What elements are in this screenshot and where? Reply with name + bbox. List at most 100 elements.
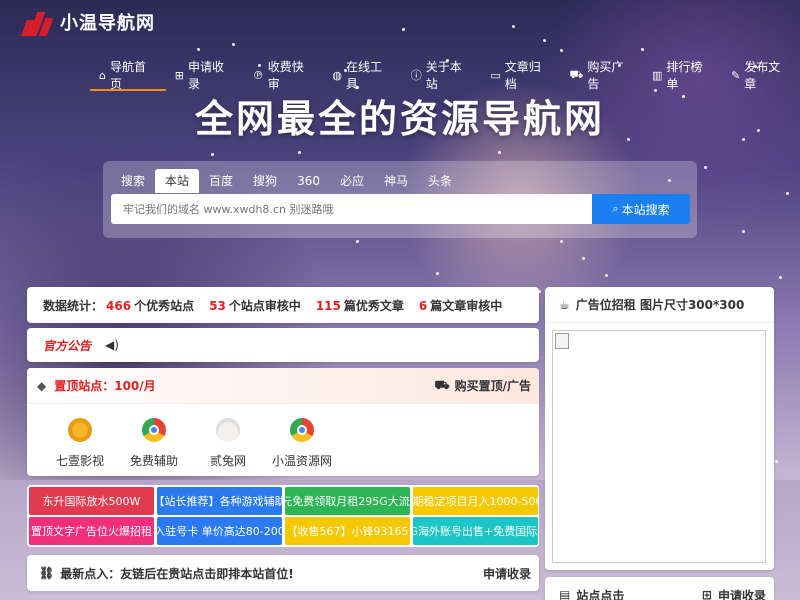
- nav-item-label: 购买广告: [587, 60, 624, 91]
- broken-image-icon: [555, 333, 569, 349]
- site-clicks-header: ▤ 站点点击 ⊞ 申请收录: [545, 577, 774, 600]
- search-tab-4[interactable]: 360: [287, 169, 330, 193]
- search-button[interactable]: ⌕ 本站搜索: [592, 194, 690, 224]
- chrome-icon: [142, 418, 166, 442]
- shopping-cart-icon: ⛟: [434, 377, 450, 392]
- stat-label: 个优秀站点: [134, 298, 195, 313]
- globe-icon: ◍: [332, 68, 342, 82]
- stat-label: 篇优秀文章: [343, 298, 404, 313]
- nav-item-label: 申请收录: [187, 60, 224, 91]
- edit-icon: ✎: [731, 68, 741, 82]
- stat-number: 6: [418, 298, 428, 313]
- search-input[interactable]: [111, 194, 592, 224]
- text-ad-grid: 东升国际放水500W【站长推荐】各种游戏辅助0元免费领取月租295G大流量长期稳…: [27, 485, 539, 547]
- nav-item-4[interactable]: ⓘ 关于本站: [402, 60, 482, 91]
- pinned-site-list: 七壹影视 免费辅助 贰兔网 小温资源网: [27, 404, 539, 469]
- text-ad[interactable]: TG海外账号出售+免费国际版: [413, 517, 538, 545]
- apply-listing-link[interactable]: 申请收录: [483, 565, 531, 582]
- info-circle-icon: ⓘ: [410, 69, 422, 82]
- search-panel: 搜索本站百度搜狗360必应神马头条 ⌕ 本站搜索: [103, 161, 697, 238]
- shopping-cart-icon: ⛟: [569, 67, 584, 81]
- text-ad[interactable]: 【收售567】小锋93165: [285, 517, 410, 545]
- side-ad-title: 广告位招租 图片尺寸300*300: [575, 298, 745, 312]
- search-tab-2[interactable]: 百度: [199, 169, 243, 193]
- text-ad[interactable]: 0元免费领取月租295G大流量: [285, 487, 410, 515]
- text-ad[interactable]: 入驻号卡 单价高达80-200: [157, 517, 282, 545]
- announcement-bar: 官方公告 ◀): [27, 328, 539, 362]
- nav-item-2[interactable]: ℗ 收费快审: [244, 60, 324, 91]
- side-ad-panel: ☕ 广告位招租 图片尺寸300*300: [545, 287, 774, 570]
- main-nav: ⌂ 导航首页 ⊞ 申请收录 ℗ 收费快审 ◍ 在线工具 ⓘ 关于本站 ▭ 文章归档 ⛟ 购买广告 ▥ 排行榜单…: [90, 60, 800, 91]
- plus-square-icon: ⊞: [701, 588, 712, 600]
- newest-clickins-header: ⛓ 最新点入：友链后在贵站点击即排本站首位! 申请收录: [27, 555, 539, 591]
- text-ad[interactable]: 【站长推荐】各种游戏辅助: [157, 487, 282, 515]
- stat-item: 53 个站点审核中: [206, 297, 301, 314]
- search-button-label: 本站搜索: [621, 202, 670, 217]
- pinned-site-item[interactable]: 小温资源网: [265, 418, 339, 469]
- search-tab-0[interactable]: 搜索: [111, 169, 155, 193]
- stat-number: 115: [315, 298, 341, 313]
- nav-item-6[interactable]: ⛟ 购买广告: [561, 60, 643, 91]
- logo-text: 小温导航网: [60, 13, 155, 34]
- text-ad[interactable]: 长期稳定项目月入1000-5000: [413, 487, 538, 515]
- nav-item-label: 收费快审: [267, 60, 304, 91]
- paypal-icon: ℗: [252, 68, 264, 82]
- nav-item-label: 排行榜单: [666, 60, 703, 91]
- newest-title: 最新点入：友链后在贵站点击即排本站首位!: [60, 566, 294, 581]
- nav-item-label: 导航首页: [109, 60, 146, 91]
- nav-item-7[interactable]: ▥ 排行榜单: [643, 60, 722, 91]
- side-apply-link[interactable]: ⊞ 申请收录: [702, 587, 766, 600]
- stat-item: 115 篇优秀文章: [313, 297, 404, 314]
- text-ad[interactable]: 置顶文字广告位火爆招租: [29, 517, 154, 545]
- diamond-icon: ◆: [37, 378, 47, 393]
- nav-item-8[interactable]: ✎ 发布文章: [722, 60, 800, 91]
- search-tab-7[interactable]: 头条: [418, 169, 462, 193]
- search-tab-5[interactable]: 必应: [330, 169, 374, 193]
- pinned-site-name: 小温资源网: [271, 454, 332, 468]
- announcement-label: 官方公告: [43, 338, 92, 353]
- megaphone-icon: ◀): [105, 338, 119, 352]
- hero-title: 全网最全的资源导航网: [194, 97, 605, 141]
- pinned-site-name: 贰兔网: [209, 454, 246, 468]
- buy-pinned-link[interactable]: ⛟ 购买置顶/广告: [435, 377, 532, 394]
- stat-number: 53: [209, 298, 226, 313]
- nav-item-label: 关于本站: [425, 60, 462, 91]
- coffee-icon: ☕: [559, 297, 570, 312]
- nav-item-1[interactable]: ⊞ 申请收录: [166, 60, 244, 91]
- stat-number: 466: [106, 298, 132, 313]
- stat-label: 个站点审核中: [228, 298, 301, 313]
- search-tab-1[interactable]: 本站: [155, 169, 200, 193]
- search-engine-tabs: 搜索 本站 百度 搜狗 360 必应 神马 头条: [111, 169, 462, 193]
- pinned-site-item[interactable]: 贰兔网: [191, 418, 265, 469]
- clicks-icon: ▤: [559, 588, 571, 600]
- stat-item: 6 篇文章审核中: [416, 297, 502, 314]
- search-icon: ⌕: [612, 202, 619, 215]
- lion-icon: [68, 418, 92, 442]
- stat-item: 466 个优秀站点: [103, 297, 194, 314]
- bar-chart-icon: ▥: [651, 68, 663, 82]
- pinned-title: 置顶站点：100/月: [54, 379, 156, 393]
- nav-item-5[interactable]: ▭ 文章归档: [481, 60, 560, 91]
- search-tab-6[interactable]: 神马: [374, 169, 418, 193]
- pinned-site-name: 七壹影视: [55, 454, 104, 468]
- logo-mark-icon: [21, 8, 56, 36]
- pinned-site-name: 免费辅助: [129, 454, 178, 468]
- nav-item-0[interactable]: ⌂ 导航首页: [90, 60, 166, 91]
- chrome-icon: [290, 418, 314, 442]
- text-ad[interactable]: 东升国际放水500W: [29, 487, 154, 515]
- nav-item-3[interactable]: ◍ 在线工具: [323, 60, 401, 91]
- stat-label: 篇文章审核中: [430, 298, 503, 313]
- pinned-site-item[interactable]: 免费辅助: [117, 418, 191, 469]
- search-tab-3[interactable]: 搜狗: [243, 169, 287, 193]
- nav-item-label: 发布文章: [744, 60, 781, 91]
- rabbit-icon: [216, 418, 240, 442]
- site-logo[interactable]: 小温导航网: [21, 8, 155, 36]
- home-icon: ⌂: [99, 68, 106, 82]
- side-ad-image[interactable]: [552, 330, 766, 563]
- side-apply-label: 申请收录: [717, 588, 766, 600]
- pinned-site-item[interactable]: 七壹影视: [43, 418, 117, 469]
- nav-item-label: 文章归档: [504, 60, 541, 91]
- link-icon: ⛓: [39, 566, 55, 580]
- site-stats-bar: 数据统计： 466 个优秀站点 53 个站点审核中 115 篇优秀文章 6 篇文章审核中: [27, 287, 539, 323]
- pinned-sites-panel: ◆ 置顶站点：100/月 ⛟ 购买置顶/广告 七壹影视 免费辅助 贰兔网 小温资源网: [27, 368, 539, 476]
